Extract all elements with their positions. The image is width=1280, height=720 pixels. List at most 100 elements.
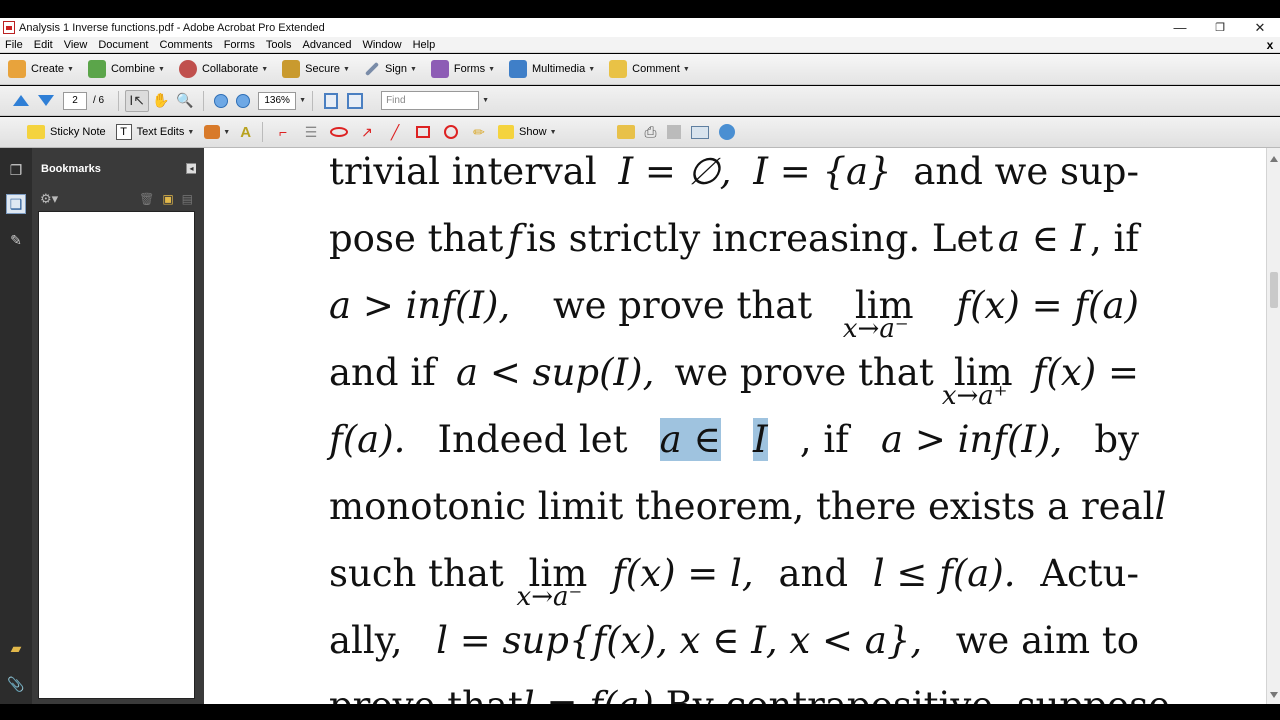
create-button[interactable]: Create ▼	[0, 57, 80, 81]
sign-button[interactable]: Sign ▼	[356, 57, 423, 81]
restore-button[interactable]: ❐	[1200, 18, 1240, 37]
cloud-tool-button[interactable]	[330, 123, 349, 141]
menu-window[interactable]: Window	[357, 39, 407, 51]
menu-bar: File Edit View Document Comments Forms T…	[0, 37, 1280, 53]
highlight-text-icon: A	[240, 123, 252, 141]
text-line: ally, l = sup{f(x), x ∈ I, x < a}, we ai…	[329, 619, 1139, 662]
pane-splitter[interactable]	[196, 148, 204, 704]
folder-icon	[616, 125, 635, 139]
line-tool-button[interactable]: ╱	[386, 123, 404, 141]
text-edits-button[interactable]: T Text Edits ▼	[111, 120, 200, 144]
cloud-icon	[330, 127, 349, 137]
menu-advanced[interactable]: Advanced	[298, 39, 358, 51]
text-line: pose that f is strictly increasing. Let …	[329, 217, 1139, 260]
text-edits-icon: T	[115, 124, 132, 140]
expand-bookmark-icon[interactable]: ▤	[182, 192, 193, 206]
callout-tool-button[interactable]: ⌐	[274, 123, 292, 141]
open-button[interactable]	[612, 120, 640, 144]
arrow-tool-button[interactable]: ↗	[358, 123, 376, 141]
fit-page-button[interactable]	[319, 90, 343, 112]
fit-width-icon	[347, 92, 364, 109]
zoom-out-button[interactable]	[214, 93, 229, 108]
minimize-button[interactable]: —	[1160, 18, 1200, 37]
globe-icon	[718, 124, 735, 140]
top-black-bar	[0, 0, 1280, 18]
comment-button[interactable]: Comment ▼	[601, 57, 696, 81]
delete-bookmark-icon[interactable]: 🗑	[139, 192, 154, 206]
save-button[interactable]	[662, 120, 686, 144]
select-tool-button[interactable]: I↖	[125, 89, 150, 112]
menu-forms[interactable]: Forms	[219, 39, 261, 51]
fit-page-icon	[324, 92, 339, 109]
stamp-icon	[204, 125, 221, 139]
close-document-button[interactable]: x	[1265, 37, 1276, 53]
text-box-icon: ☰	[304, 123, 318, 140]
zoom-in-button[interactable]	[236, 93, 251, 108]
attachments-panel-button[interactable]: 📎	[6, 674, 26, 694]
forms-button[interactable]: Forms ▼	[423, 57, 501, 81]
vertical-scrollbar[interactable]	[1266, 148, 1280, 704]
secure-button[interactable]: Secure ▼	[274, 57, 356, 81]
show-button[interactable]: Show ▼	[493, 120, 561, 144]
text-box-tool-button[interactable]: ☰	[302, 123, 320, 141]
marquee-zoom-button[interactable]: 🔍	[173, 90, 197, 112]
window-title: Analysis 1 Inverse functions.pdf - Adobe…	[19, 21, 325, 34]
attach-file-button[interactable]: A	[235, 120, 256, 144]
find-input[interactable]: Find	[381, 91, 480, 110]
title-bar: Analysis 1 Inverse functions.pdf - Adobe…	[0, 18, 1280, 37]
options-gear-icon[interactable]: ⚙▾	[40, 191, 58, 207]
text-line: a > inf(I), we prove that lim x→a⁻ f(x) …	[329, 284, 1139, 344]
next-page-button[interactable]	[35, 90, 57, 112]
signature-icon: ✎	[10, 231, 22, 248]
signatures-panel-button[interactable]: ✎	[6, 230, 26, 250]
stamp-button[interactable]: ▼	[199, 120, 235, 144]
scroll-up-icon[interactable]	[1270, 156, 1278, 162]
pages-panel-button[interactable]: ❐	[6, 160, 26, 180]
web-button[interactable]	[714, 120, 740, 144]
navigation-pane-sidebar: ❐ ❑ ✎ ▰ 📎	[0, 148, 32, 704]
save-icon	[666, 125, 681, 139]
text-line: f(a). Indeed let a ∈ I , if a > inf(I), …	[329, 418, 1139, 461]
pdf-file-icon	[3, 21, 15, 34]
new-bookmark-icon[interactable]: ▣	[162, 192, 173, 206]
zoom-dropdown-icon[interactable]: ▼	[299, 97, 306, 104]
print-button[interactable]: ⎙	[640, 120, 662, 144]
document-view[interactable]: trivial interval I = ∅, I = {a} and we s…	[204, 148, 1266, 704]
bookmark-icon: ❑	[9, 195, 23, 212]
menu-file[interactable]: File	[0, 39, 29, 51]
menu-view[interactable]: View	[59, 39, 94, 51]
collaborate-icon	[178, 60, 197, 78]
menu-document[interactable]: Document	[93, 39, 154, 51]
page-number-input[interactable]: 2	[63, 91, 87, 110]
rectangle-tool-button[interactable]	[414, 123, 432, 141]
bookmarks-title: Bookmarks	[41, 163, 101, 175]
find-dropdown-icon[interactable]: ▼	[482, 97, 489, 104]
oval-tool-button[interactable]	[442, 123, 460, 141]
email-button[interactable]	[686, 120, 714, 144]
close-window-button[interactable]: ✕	[1240, 18, 1280, 37]
menu-edit[interactable]: Edit	[29, 39, 59, 51]
previous-page-button[interactable]	[10, 90, 32, 112]
sticky-note-icon	[27, 125, 45, 139]
scrollbar-thumb[interactable]	[1270, 272, 1278, 308]
bookmarks-panel-button[interactable]: ❑	[6, 194, 26, 214]
menu-tools[interactable]: Tools	[261, 39, 298, 51]
collaborate-button[interactable]: Collaborate ▼	[171, 57, 274, 81]
hand-tool-button[interactable]: ✋	[149, 90, 173, 112]
menu-help[interactable]: Help	[408, 39, 442, 51]
lock-icon	[282, 60, 301, 78]
fit-width-button[interactable]	[343, 90, 367, 112]
comments-panel-button[interactable]: ▰	[6, 638, 26, 658]
pencil-tool-button[interactable]: ✏	[470, 123, 488, 141]
multimedia-button[interactable]: Multimedia ▼	[501, 57, 601, 81]
bookmarks-list[interactable]	[38, 211, 195, 699]
sticky-note-button[interactable]: Sticky Note	[22, 120, 111, 144]
oval-icon	[444, 125, 459, 139]
navigation-toolbar: 2 / 6 I↖ ✋ 🔍 136% ▼ Find ▼	[0, 86, 1280, 116]
limit-expression: lim x→a⁻	[842, 284, 914, 344]
hand-icon: ✋	[152, 92, 170, 108]
menu-comments[interactable]: Comments	[155, 39, 219, 51]
scroll-down-icon[interactable]	[1270, 692, 1278, 698]
zoom-level-input[interactable]: 136%	[258, 91, 297, 110]
combine-button[interactable]: Combine ▼	[80, 57, 171, 81]
